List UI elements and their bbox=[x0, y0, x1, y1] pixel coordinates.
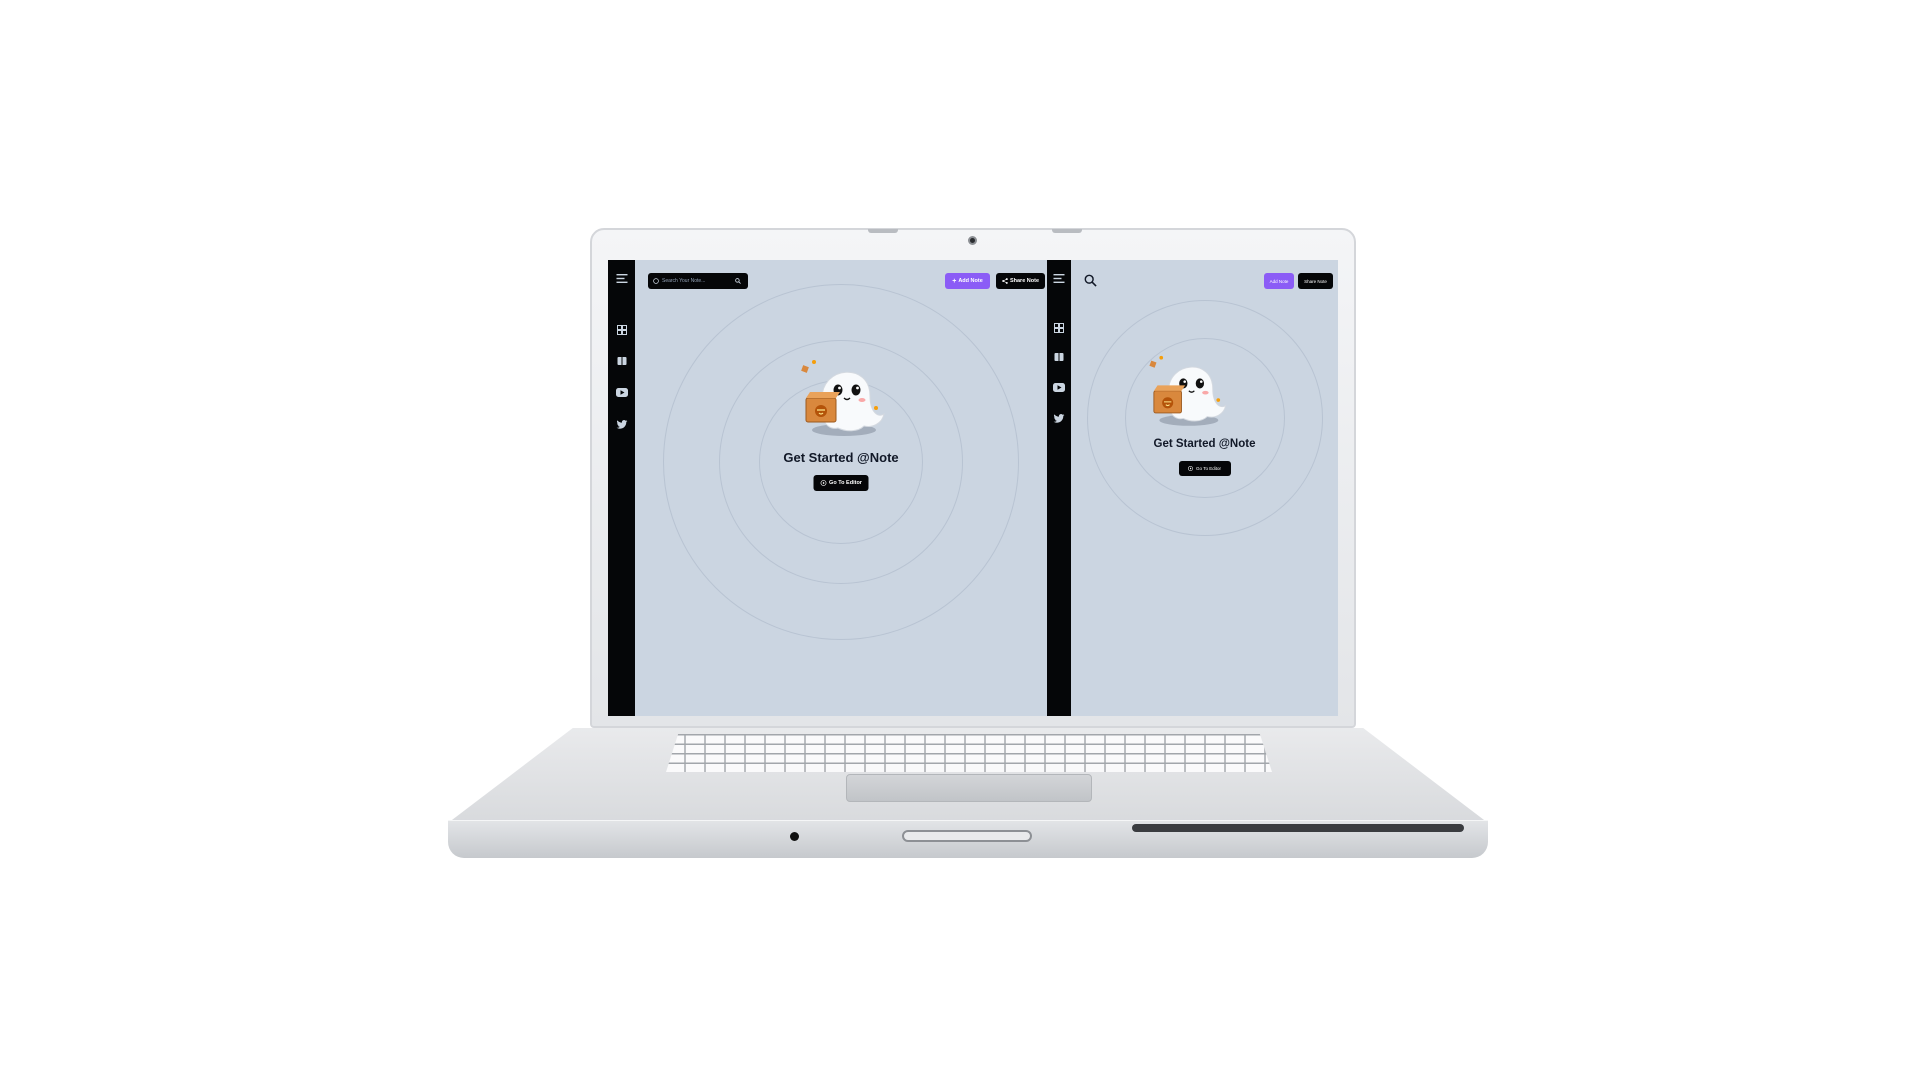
optical-drive-slot bbox=[1132, 824, 1464, 832]
ghost-illustration bbox=[801, 360, 885, 436]
laptop-screen: + Add Note Share Note bbox=[608, 260, 1338, 716]
play-circle-icon bbox=[820, 480, 826, 486]
webcam-icon bbox=[968, 236, 977, 245]
app-pane-wide: + Add Note Share Note bbox=[608, 260, 1047, 716]
dashboard-icon[interactable] bbox=[616, 325, 627, 335]
main-canvas: + Add Note Share Note bbox=[635, 260, 1047, 716]
main-canvas: Add Note Share Note Get Started @Note Go… bbox=[1071, 260, 1338, 716]
share-note-button[interactable]: Share Note bbox=[996, 273, 1045, 289]
play-circle-icon bbox=[1188, 466, 1193, 471]
go-to-editor-button[interactable]: Go To Editor bbox=[1178, 461, 1231, 476]
app-pane-narrow: Add Note Share Note Get Started @Note Go… bbox=[1047, 260, 1338, 716]
twitter-icon[interactable] bbox=[1053, 414, 1065, 423]
lid-hinge-right bbox=[1052, 229, 1082, 233]
search-icon[interactable] bbox=[1084, 274, 1097, 287]
search-icon[interactable] bbox=[735, 278, 741, 284]
ghost-illustration bbox=[1149, 355, 1227, 426]
share-icon bbox=[1002, 278, 1008, 284]
twitter-icon[interactable] bbox=[616, 420, 627, 429]
share-note-label: Share Note bbox=[1009, 278, 1040, 284]
menu-icon[interactable] bbox=[616, 274, 627, 283]
add-note-button[interactable]: + Add Note bbox=[945, 273, 990, 289]
search-input[interactable] bbox=[662, 278, 732, 284]
menu-icon[interactable] bbox=[1053, 274, 1065, 283]
book-icon[interactable] bbox=[1054, 353, 1064, 361]
add-note-label: Add Note bbox=[1269, 278, 1289, 284]
lid-latch bbox=[902, 830, 1032, 842]
sleep-indicator-icon bbox=[790, 832, 799, 841]
dashboard-icon[interactable] bbox=[1054, 323, 1064, 333]
page-title: Get Started @Note bbox=[1153, 438, 1256, 450]
keyboard bbox=[666, 734, 1272, 772]
chat-bubble-icon bbox=[653, 278, 659, 284]
share-note-label: Share Note bbox=[1304, 278, 1327, 284]
share-note-button[interactable]: Share Note bbox=[1298, 273, 1333, 289]
stage: + Add Note Share Note bbox=[0, 0, 1920, 1080]
book-icon[interactable] bbox=[617, 357, 626, 365]
go-to-editor-label: Go To Editor bbox=[829, 480, 862, 486]
youtube-icon[interactable] bbox=[1053, 383, 1065, 392]
add-note-button[interactable]: Add Note bbox=[1264, 273, 1294, 289]
go-to-editor-button[interactable]: Go To Editor bbox=[813, 475, 869, 491]
plus-icon: + bbox=[952, 277, 957, 285]
youtube-icon[interactable] bbox=[615, 388, 628, 397]
laptop-base bbox=[448, 728, 1488, 858]
sidebar bbox=[1047, 260, 1071, 716]
sidebar bbox=[608, 260, 635, 716]
laptop-lid: + Add Note Share Note bbox=[590, 228, 1356, 728]
page-title: Get Started @Note bbox=[783, 450, 899, 465]
trackpad bbox=[846, 774, 1092, 802]
search-bar[interactable] bbox=[648, 273, 748, 289]
lid-hinge-left bbox=[868, 229, 898, 233]
add-note-label: Add Note bbox=[958, 278, 983, 284]
go-to-editor-label: Go To Editor bbox=[1196, 466, 1221, 471]
